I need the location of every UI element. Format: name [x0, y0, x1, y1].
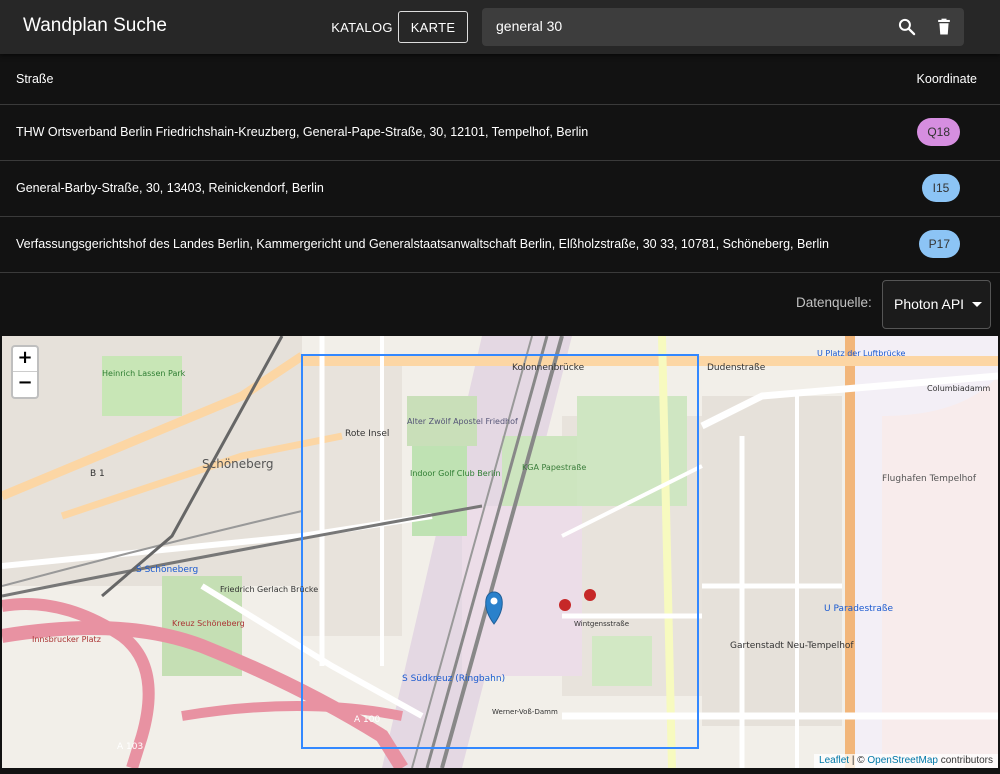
- table-row[interactable]: THW Ortsverband Berlin Friedrichshain-Kr…: [0, 104, 1000, 161]
- map-label: Schöneberg: [202, 457, 274, 471]
- map[interactable]: Kolonnenbrücke Dudenstraße Schöneberg S …: [2, 336, 998, 768]
- source-select[interactable]: Photon API: [882, 280, 991, 329]
- search-box[interactable]: general 30: [482, 8, 964, 46]
- column-header-street: Straße: [0, 54, 893, 105]
- results-table: Straße Koordinate THW Ortsverband Berlin…: [0, 54, 1000, 273]
- caret-down-icon: [972, 302, 982, 307]
- coordinate-chip[interactable]: I15: [922, 174, 960, 202]
- attribution-suffix: contributors: [937, 755, 993, 766]
- map-label: A 100: [354, 715, 380, 725]
- leaflet-link[interactable]: Leaflet: [819, 755, 849, 766]
- table-header-row: Straße Koordinate: [0, 54, 1000, 105]
- map-label: Wintgensstraße: [574, 620, 629, 628]
- address-cell: General-Barby-Straße, 30, 13403, Reinick…: [0, 160, 893, 217]
- address-cell: Verfassungsgerichtshof des Landes Berlin…: [0, 216, 893, 273]
- map-label: Columbiadamm: [927, 384, 991, 393]
- search-input[interactable]: general 30: [496, 18, 562, 34]
- map-label: Innsbrucker Platz: [32, 635, 101, 644]
- table-row[interactable]: General-Barby-Straße, 30, 13403, Reinick…: [0, 160, 1000, 217]
- map-tiles: Kolonnenbrücke Dudenstraße Schöneberg S …: [2, 336, 998, 768]
- app-title: Wandplan Suche: [23, 15, 168, 36]
- address-cell: THW Ortsverband Berlin Friedrichshain-Kr…: [0, 104, 893, 161]
- map-label: Gartenstadt Neu-Tempelhof: [730, 641, 854, 651]
- map-label: U Platz der Luftbrücke: [817, 349, 905, 358]
- map-label: Kreuz Schöneberg: [172, 619, 245, 628]
- source-select-value: Photon API: [894, 296, 965, 312]
- map-label: A 103: [117, 742, 143, 752]
- map-label: Rote Insel: [345, 429, 389, 439]
- map-label: Kolonnenbrücke: [512, 363, 585, 373]
- coordinate-chip[interactable]: Q18: [917, 118, 960, 146]
- zoom-control: + −: [11, 345, 39, 399]
- search-icon[interactable]: [897, 17, 917, 37]
- map-label: B 1: [90, 469, 105, 479]
- osm-link[interactable]: OpenStreetMap: [867, 755, 938, 766]
- zoom-in-button[interactable]: +: [13, 347, 37, 372]
- coordinate-chip[interactable]: P17: [918, 230, 960, 258]
- map-label: Werner-Voß-Damm: [492, 708, 558, 716]
- map-label: Friedrich Gerlach Brücke: [220, 585, 318, 594]
- map-label: Alter Zwölf Apostel Friedhof: [407, 417, 518, 426]
- map-label: U Paradestraße: [824, 604, 894, 614]
- source-label: Datenquelle:: [796, 295, 872, 310]
- zoom-out-button[interactable]: −: [13, 372, 37, 397]
- map-label: Heinrich Lassen Park: [102, 369, 186, 378]
- map-label: S Schöneberg: [136, 565, 198, 575]
- column-header-coordinate: Koordinate: [892, 54, 1000, 105]
- nav-karte-button[interactable]: KARTE: [398, 11, 468, 43]
- map-label: Flughafen Tempelhof: [882, 474, 977, 484]
- attribution-separator: | ©: [849, 755, 868, 766]
- map-label: Dudenstraße: [707, 363, 766, 373]
- map-label: S Südkreuz (Ringbahn): [402, 674, 505, 684]
- table-row[interactable]: Verfassungsgerichtshof des Landes Berlin…: [0, 216, 1000, 273]
- nav-katalog-button[interactable]: KATALOG: [328, 11, 396, 43]
- app-bar: Wandplan Suche KATALOG KARTE general 30: [0, 0, 1000, 54]
- map-label: KGA Papestraße: [522, 463, 586, 472]
- map-attribution: Leaflet | © OpenStreetMap contributors: [814, 754, 998, 768]
- map-label: Indoor Golf Club Berlin: [410, 469, 501, 478]
- trash-icon[interactable]: [934, 17, 954, 37]
